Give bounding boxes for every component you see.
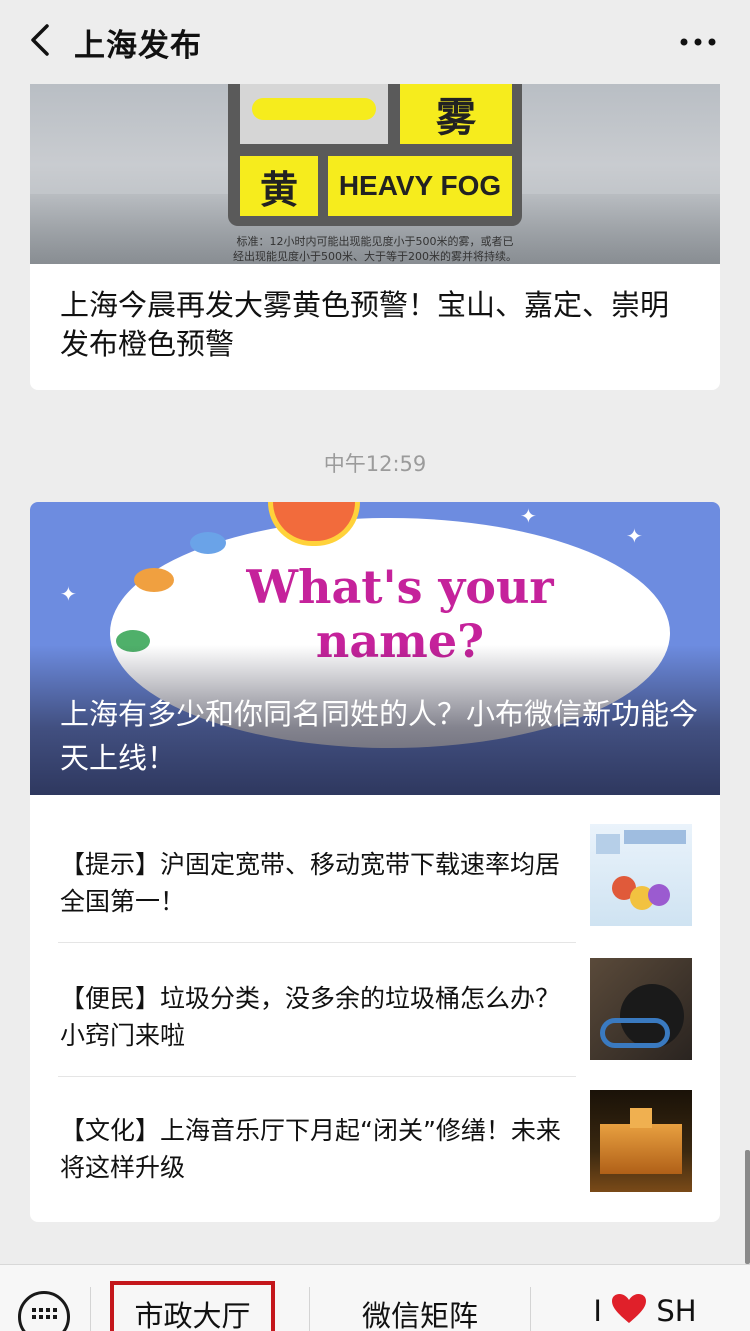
thumb-decoration [648, 884, 670, 906]
menu-label-prefix: I [593, 1294, 602, 1328]
menu-item-i-love-sh[interactable]: I SH [560, 1293, 730, 1331]
menu-item-wechat-matrix[interactable]: 微信矩阵 [330, 1293, 510, 1331]
star-icon: ✦ [60, 582, 77, 606]
list-item[interactable]: 【文化】上海音乐厅下月起“闭关”修缮！未来将这样升级 [60, 1090, 692, 1222]
message-timestamp: 中午12:59 [323, 452, 427, 476]
list-divider [58, 942, 576, 943]
hero-article-title[interactable]: 上海有多少和你同名同姓的人？小布微信新功能今天上线！ [60, 692, 700, 780]
top-navigation-bar: 上海发布 [0, 0, 750, 84]
sign-yellow-bar [252, 98, 376, 120]
heart-icon [612, 1294, 647, 1323]
list-item-title: 【便民】垃圾分类，没多余的垃圾桶怎么办？小窍门来啦 [60, 984, 561, 1050]
list-item-thumbnail [590, 958, 692, 1060]
thumb-decoration [600, 1018, 670, 1048]
article-title[interactable]: 上海今晨再发大雾黄色预警！宝山、嘉定、崇明发布橙色预警 [60, 286, 696, 364]
thumb-decoration [630, 1108, 652, 1128]
fog-warning-sign: 雾 黄 HEAVY FOG [228, 84, 522, 226]
hero-article[interactable]: ✦ ✦ ✦ What's your name? 上海有多少和你同名同姓的人？小布… [30, 502, 720, 795]
menu-separator [309, 1287, 310, 1331]
keyboard-toggle-button[interactable] [18, 1291, 70, 1331]
list-item[interactable]: 【便民】垃圾分类，没多余的垃圾桶怎么办？小窍门来啦 [60, 958, 692, 1090]
list-item[interactable]: 【提示】沪固定宽带、移动宽带下载速率均居全国第一！ [60, 824, 692, 956]
list-item-title: 【文化】上海音乐厅下月起“闭关”修缮！未来将这样升级 [60, 1116, 561, 1182]
article-card-fog-warning[interactable]: 雾 黄 HEAVY FOG 标准：12小时内可能出现能见度小于500米的雾，或者… [30, 84, 720, 390]
bottom-menu-bar: 市政大厅 微信矩阵 I SH [0, 1264, 750, 1331]
caption-line-2: 经出现能见度小于500米、大于等于200米的雾并将持续。 [233, 250, 517, 263]
list-divider [58, 1076, 576, 1077]
chevron-left-icon [31, 24, 49, 56]
fog-warning-caption: 标准：12小时内可能出现能见度小于500米的雾，或者已 经出现能见度小于500米… [30, 234, 720, 264]
page-title: 上海发布 [74, 28, 202, 64]
menu-separator [90, 1287, 91, 1331]
list-item-thumbnail [590, 824, 692, 926]
menu-label-suffix: SH [656, 1294, 697, 1328]
menu-item-city-hall[interactable]: 市政大厅 [110, 1293, 275, 1331]
keyboard-icon [32, 1308, 57, 1319]
menu-separator [530, 1287, 531, 1331]
planet-decoration [190, 532, 226, 554]
more-dots-icon [680, 38, 716, 46]
sign-yellow-character: 黄 [240, 156, 318, 216]
back-button[interactable] [18, 18, 62, 62]
list-item-thumbnail [590, 1090, 692, 1192]
fog-warning-banner-image: 雾 黄 HEAVY FOG 标准：12小时内可能出现能见度小于500米的雾，或者… [30, 84, 720, 264]
star-icon: ✦ [520, 504, 537, 528]
caption-line-1: 标准：12小时内可能出现能见度小于500米的雾，或者已 [236, 235, 514, 248]
more-options-button[interactable] [670, 22, 726, 62]
sign-heavy-fog-text: HEAVY FOG [328, 156, 512, 216]
list-item-title: 【提示】沪固定宽带、移动宽带下载速率均居全国第一！ [60, 850, 561, 916]
sign-fog-character: 雾 [400, 84, 512, 144]
star-icon: ✦ [626, 524, 643, 548]
scroll-indicator[interactable] [745, 1150, 750, 1264]
thumb-decoration [624, 830, 686, 844]
planet-decoration [134, 568, 174, 592]
thumb-decoration [596, 834, 620, 854]
article-card-multi: ✦ ✦ ✦ What's your name? 上海有多少和你同名同姓的人？小布… [30, 502, 720, 1222]
thumb-decoration [600, 1124, 682, 1174]
